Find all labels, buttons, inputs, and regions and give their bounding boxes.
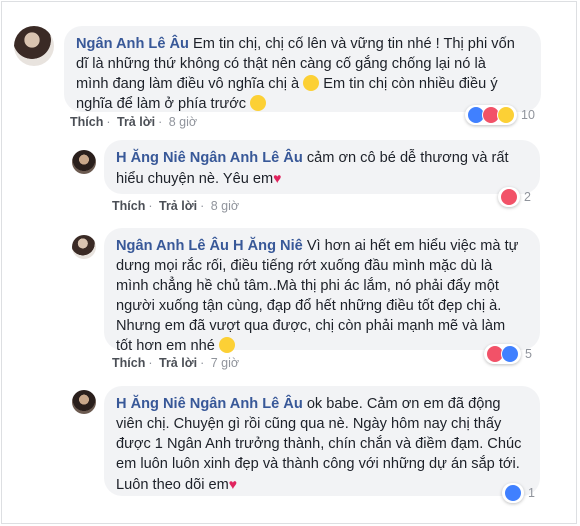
- comment-text: mình đang làm điều vô nghĩa chị à: [76, 76, 300, 92]
- reply-button[interactable]: Trả lời: [159, 199, 197, 213]
- comment-text: em luôn luôn xinh đẹp và thành công với …: [116, 456, 520, 472]
- reply-button[interactable]: Trả lời: [159, 356, 197, 370]
- comment-text: ok babe. Cảm ơn em đã động: [302, 396, 501, 412]
- avatar[interactable]: [72, 235, 96, 259]
- reaction-count: 5: [525, 347, 532, 361]
- mention-link[interactable]: Ngân Anh Lê Âu: [190, 396, 303, 412]
- comment-actions: Thích · Trả lời · 8 giờ: [112, 199, 240, 213]
- comment-text: Nhưng em đã vượt qua được, chị còn phải …: [116, 318, 506, 334]
- avatar[interactable]: [14, 26, 54, 66]
- smile-emoji-icon: [218, 337, 235, 353]
- comment-author[interactable]: H Ăng Niê: [116, 150, 186, 166]
- comment-bubble: Ngân Anh Lê Âu H Ăng Niê Vì hơn ai hết e…: [104, 228, 540, 354]
- comment-time[interactable]: 7 giờ: [211, 356, 239, 370]
- comment-bubble: H Ăng Niê Ngân Anh Lê Âu ok babe. Cảm ơn…: [104, 386, 540, 496]
- comment-text: được 1 Ngân Anh trưởng thành, chín chắn …: [116, 436, 522, 452]
- reaction-count: 2: [524, 190, 531, 204]
- comment-time[interactable]: 8 giờ: [169, 115, 197, 129]
- smile-emoji-icon: [250, 95, 267, 111]
- comment-text: Luôn theo dõi em: [116, 477, 229, 493]
- comment-text: hiểu chuyện nè. Yêu em: [116, 171, 274, 187]
- comment-text: người xuống tận cùng, đạp đổ hết những đ…: [116, 298, 502, 314]
- comment-text: Vì hơn ai hết em hiểu việc mà tự: [302, 238, 519, 254]
- wink-emoji-icon: [303, 75, 320, 91]
- comment-text: Em tin chị còn nhiều điều ý: [319, 76, 498, 92]
- comment-bubble: H Ăng Niê Ngân Anh Lê Âu cảm ơn cô bé dễ…: [104, 140, 540, 194]
- comment-author[interactable]: Ngân Anh Lê Âu: [116, 238, 229, 254]
- avatar[interactable]: [72, 390, 96, 414]
- comment-author[interactable]: Ngân Anh Lê Âu: [76, 36, 189, 52]
- like-button[interactable]: Thích: [70, 115, 103, 129]
- comment-actions: Thích · Trả lời · 8 giờ: [70, 115, 198, 129]
- mention-link[interactable]: Ngân Anh Lê Âu: [190, 150, 303, 166]
- reaction-count: 1: [528, 486, 535, 500]
- like-button[interactable]: Thích: [112, 199, 145, 213]
- comment-time[interactable]: 8 giờ: [211, 199, 239, 213]
- like-reaction-icon: [504, 484, 522, 502]
- comment-text: tốt hơn em nhé: [116, 338, 215, 354]
- heart-icon: ♥: [228, 476, 238, 492]
- reply-button[interactable]: Trả lời: [117, 115, 155, 129]
- comment-author[interactable]: H Ăng Niê: [116, 396, 186, 412]
- reaction-summary[interactable]: 1: [502, 482, 535, 504]
- love-reaction-icon: [500, 188, 518, 206]
- haha-reaction-icon: [497, 106, 515, 124]
- avatar[interactable]: [72, 150, 96, 174]
- comment-text: cảm ơn cô bé dễ thương và rất: [302, 150, 509, 166]
- comment-text: dưng mọi rắc rối, điều tiếng rớt xuống đ…: [116, 258, 493, 274]
- reaction-count: 10: [521, 108, 535, 122]
- comment-text: nghĩa để làm ở phía trước: [76, 96, 247, 112]
- comment-text: viên chị. Chuyện gì rồi cũng qua nè. Ngà…: [116, 416, 502, 432]
- comment-text: dĩ là những thứ không có thật nên càng c…: [76, 56, 486, 72]
- comment-actions: Thích · Trả lời · 7 giờ: [112, 356, 240, 370]
- comment-text: mình chẳng hề chủ tâm..Mà thị phi ác lắm…: [116, 278, 499, 294]
- reaction-summary[interactable]: 10: [465, 104, 535, 126]
- reaction-summary[interactable]: 2: [498, 186, 531, 208]
- mention-link[interactable]: H Ăng Niê: [233, 238, 303, 254]
- comment-text: Em tin chị, chị cố lên và vững tin nhé !…: [193, 36, 515, 52]
- heart-icon: ♥: [273, 170, 282, 186]
- like-reaction-icon: [501, 345, 519, 363]
- reaction-summary[interactable]: 5: [484, 343, 532, 365]
- comment-bubble: Ngân Anh Lê Âu Em tin chị, chị cố lên và…: [64, 26, 541, 112]
- like-button[interactable]: Thích: [112, 356, 145, 370]
